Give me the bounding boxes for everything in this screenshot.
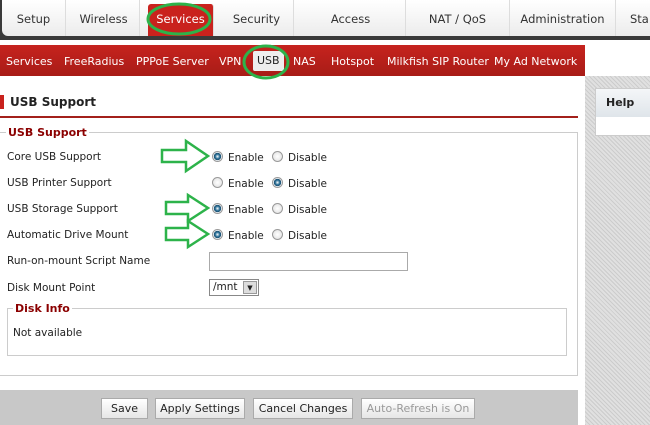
- subtab-milkfish-sip-router[interactable]: Milkfish SIP Router: [387, 45, 489, 76]
- usb-storage-disable-label: Disable: [288, 204, 327, 216]
- script-name-input[interactable]: [209, 252, 408, 271]
- core-usb-enable-label: Enable: [228, 152, 264, 164]
- sub-nav: Services FreeRadius PPPoE Server VPN USB…: [0, 45, 585, 76]
- tab-nat-qos[interactable]: NAT / QoS: [406, 0, 510, 36]
- usb-printer-disable-radio[interactable]: [272, 177, 283, 188]
- page-title-text: USB Support: [10, 95, 96, 109]
- subtab-freeradius[interactable]: FreeRadius: [64, 45, 124, 76]
- disk-info-fieldset: [7, 308, 567, 356]
- subtab-nas[interactable]: NAS: [293, 45, 316, 76]
- usb-storage-disable-radio[interactable]: [272, 203, 283, 214]
- mount-point-value: /mnt: [213, 281, 238, 293]
- page-title: USB Support: [0, 92, 578, 118]
- core-usb-enable-radio[interactable]: [212, 151, 223, 162]
- auto-mount-disable-label: Disable: [288, 230, 327, 242]
- core-usb-label: Core USB Support: [7, 151, 102, 163]
- save-button[interactable]: Save: [101, 398, 148, 419]
- subtab-vpn[interactable]: VPN: [219, 45, 241, 76]
- auto-mount-enable-label: Enable: [228, 230, 264, 242]
- mount-point-label: Disk Mount Point: [7, 282, 96, 294]
- auto-refresh-button[interactable]: Auto-Refresh is On: [361, 398, 475, 419]
- apply-settings-button[interactable]: Apply Settings: [155, 398, 245, 419]
- subtab-pppoe-server[interactable]: PPPoE Server: [136, 45, 209, 76]
- usb-storage-enable-label: Enable: [228, 204, 264, 216]
- usb-printer-label: USB Printer Support: [7, 177, 112, 189]
- auto-mount-disable-radio[interactable]: [272, 229, 283, 240]
- core-usb-disable-radio[interactable]: [272, 151, 283, 162]
- tab-administration[interactable]: Administration: [510, 0, 616, 36]
- subtab-hotspot[interactable]: Hotspot: [331, 45, 374, 76]
- subtab-usb[interactable]: USB: [253, 51, 284, 71]
- auto-mount-label: Automatic Drive Mount: [7, 229, 129, 241]
- tab-setup[interactable]: Setup: [2, 0, 66, 36]
- disk-info-text: Not available: [13, 327, 83, 339]
- subtab-my-ad-network[interactable]: My Ad Network: [494, 45, 577, 76]
- script-name-label: Run-on-mount Script Name: [7, 255, 151, 267]
- usb-printer-enable-label: Enable: [228, 178, 264, 190]
- tab-services[interactable]: Services: [148, 4, 214, 36]
- usb-storage-label: USB Storage Support: [7, 203, 118, 215]
- chevron-down-icon: ▼: [243, 281, 257, 294]
- button-bar: Save Apply Settings Cancel Changes Auto-…: [0, 390, 578, 425]
- subtab-services[interactable]: Services: [6, 45, 52, 76]
- tab-security[interactable]: Security: [220, 0, 294, 36]
- help-panel: Help: [595, 88, 650, 136]
- tab-wireless[interactable]: Wireless: [68, 0, 140, 36]
- mount-point-select[interactable]: /mnt ▼: [209, 279, 259, 296]
- cancel-changes-button[interactable]: Cancel Changes: [253, 398, 353, 419]
- section-legend: USB Support: [6, 126, 89, 139]
- help-title: Help: [596, 89, 650, 117]
- tab-status[interactable]: Sta: [630, 0, 650, 36]
- tab-access-restrictions[interactable]: Access Restrictions: [296, 0, 406, 64]
- auto-mount-enable-radio[interactable]: [212, 229, 223, 240]
- core-usb-disable-label: Disable: [288, 152, 327, 164]
- top-nav: Setup Wireless Services Security Access …: [0, 0, 650, 64]
- usb-printer-enable-radio[interactable]: [212, 177, 223, 188]
- usb-printer-disable-label: Disable: [288, 178, 327, 190]
- usb-storage-enable-radio[interactable]: [212, 203, 223, 214]
- disk-info-legend: Disk Info: [13, 302, 72, 315]
